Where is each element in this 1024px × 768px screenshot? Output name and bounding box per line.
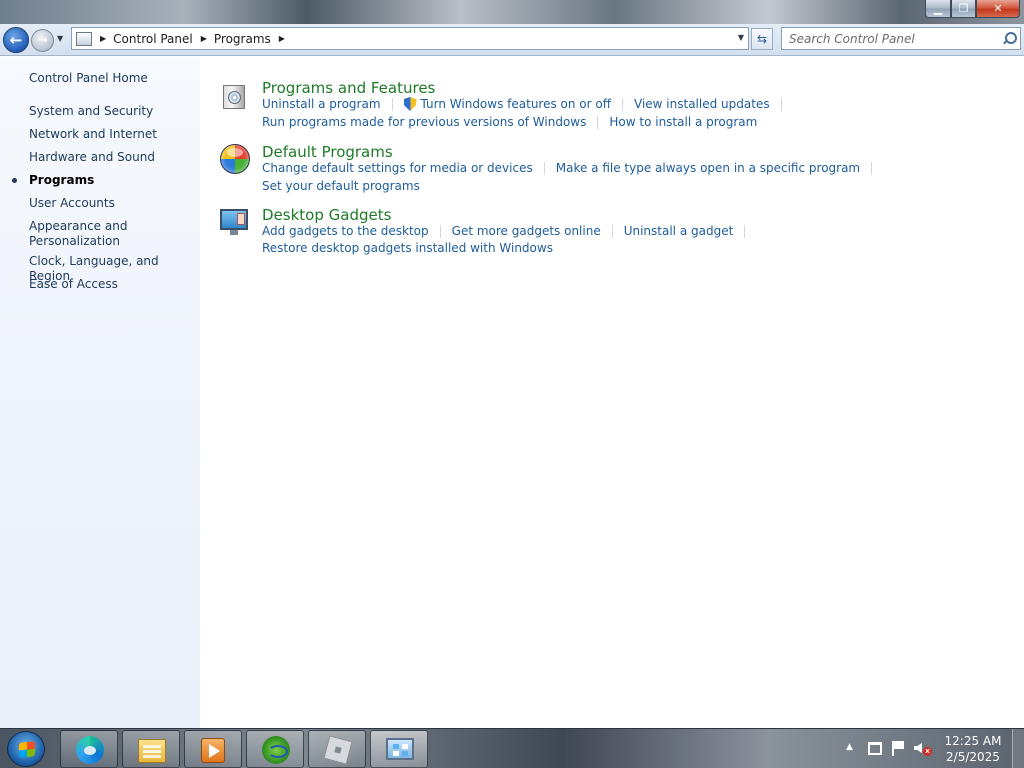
add-gadgets-link[interactable]: Add gadgets to the desktop xyxy=(262,224,429,238)
uninstall-program-link[interactable]: Uninstall a program xyxy=(262,97,381,111)
maximize-button[interactable]: ❐ xyxy=(951,0,976,18)
current-item-bullet-icon xyxy=(12,178,17,183)
search-icon[interactable] xyxy=(1002,31,1017,46)
link-divider xyxy=(391,97,393,111)
file-association-link[interactable]: Make a file type always open in a specif… xyxy=(556,161,860,175)
control-panel-folder-icon xyxy=(76,31,92,46)
action-center-flag-icon[interactable] xyxy=(892,741,904,756)
taskbar-media-player[interactable] xyxy=(184,730,242,768)
link-divider xyxy=(597,115,599,129)
taskbar-roblox[interactable] xyxy=(308,730,366,768)
link-divider xyxy=(622,97,624,111)
restore-gadgets-link[interactable]: Restore desktop gadgets installed with W… xyxy=(262,241,553,255)
clock-time: 12:25 AM xyxy=(944,734,1002,748)
task-links-row: Run programs made for previous versions … xyxy=(262,115,757,129)
media-player-icon xyxy=(201,738,225,763)
network-icon[interactable] xyxy=(868,742,882,755)
recent-pages-dropdown[interactable]: ▼ xyxy=(57,34,63,43)
sidebar-item-network-and-internet[interactable]: Network and Internet xyxy=(29,127,194,142)
task-links-row: Uninstall a program Turn Windows feature… xyxy=(262,97,793,111)
link-divider xyxy=(611,224,613,238)
link-divider xyxy=(744,224,746,238)
clock[interactable]: 12:25 AM 2/5/2025 xyxy=(938,733,1008,765)
file-explorer-icon xyxy=(138,739,166,763)
sidebar-item-hardware-and-sound[interactable]: Hardware and Sound xyxy=(29,150,194,165)
breadcrumb-separator-icon[interactable]: ▶ xyxy=(279,34,285,43)
windows-features-link[interactable]: Turn Windows features on or off xyxy=(421,97,612,111)
title-bar: ▁ ❐ ✕ xyxy=(0,0,1024,24)
task-links-row: Set your default programs xyxy=(262,179,420,193)
download-manager-icon xyxy=(262,736,290,764)
clock-date: 2/5/2025 xyxy=(946,750,1000,764)
compatibility-link[interactable]: Run programs made for previous versions … xyxy=(262,115,586,129)
roblox-icon xyxy=(323,735,353,765)
sidebar-item-programs: Programs xyxy=(29,173,95,187)
show-hidden-icons-icon[interactable]: ▲ xyxy=(846,742,853,752)
category-title[interactable]: Desktop Gadgets xyxy=(262,206,391,224)
refresh-icon: ⇆ xyxy=(756,32,768,46)
task-links-row: Restore desktop gadgets installed with W… xyxy=(262,241,553,255)
taskbar-file-explorer[interactable] xyxy=(122,730,180,768)
minimize-button[interactable]: ▁ xyxy=(925,0,951,18)
set-default-programs-link[interactable]: Set your default programs xyxy=(262,179,420,193)
sidebar-item-appearance-and-personalization[interactable]: Appearance and Personalization xyxy=(29,219,129,249)
start-button[interactable] xyxy=(7,731,45,767)
link-divider xyxy=(871,161,873,175)
breadcrumb-separator-icon[interactable]: ▶ xyxy=(100,34,106,43)
link-divider xyxy=(439,224,441,238)
address-bar[interactable]: ▶ Control Panel ▶ Programs ▶ ▼ xyxy=(71,27,749,50)
breadcrumb-control-panel[interactable]: Control Panel xyxy=(113,32,193,46)
address-dropdown-icon[interactable]: ▼ xyxy=(738,33,744,42)
refresh-button[interactable]: ⇆ xyxy=(751,28,773,50)
search-input[interactable] xyxy=(789,31,1002,46)
forward-button[interactable]: → xyxy=(31,29,54,52)
category-title[interactable]: Programs and Features xyxy=(262,79,435,97)
search-box[interactable] xyxy=(781,27,1021,50)
sidebar-item-system-and-security[interactable]: System and Security xyxy=(29,104,194,119)
windows-logo-icon xyxy=(19,741,35,758)
system-tray: ▲ x 12:25 AM 2/5/2025 xyxy=(842,729,1024,768)
link-divider xyxy=(780,97,782,111)
taskbar-control-panel[interactable] xyxy=(370,730,428,768)
admin-shield-icon xyxy=(403,97,417,111)
back-button[interactable]: ← xyxy=(3,27,29,53)
control-panel-icon xyxy=(386,738,414,760)
uninstall-gadget-link[interactable]: Uninstall a gadget xyxy=(624,224,734,238)
desktop-gadgets-icon[interactable] xyxy=(219,206,251,238)
taskbar-edge[interactable] xyxy=(60,730,118,768)
taskbar-download-manager[interactable] xyxy=(246,730,304,768)
sidebar-item-control-panel-home[interactable]: Control Panel Home xyxy=(29,71,194,86)
default-programs-icon[interactable] xyxy=(219,143,251,175)
sidebar-item-user-accounts[interactable]: User Accounts xyxy=(29,196,194,211)
how-to-install-link[interactable]: How to install a program xyxy=(609,115,757,129)
taskbar: ▲ x 12:25 AM 2/5/2025 xyxy=(0,728,1024,768)
breadcrumb-programs[interactable]: Programs xyxy=(214,32,271,46)
autoplay-settings-link[interactable]: Change default settings for media or dev… xyxy=(262,161,533,175)
task-links-row: Change default settings for media or dev… xyxy=(262,161,883,175)
forward-arrow-icon: → xyxy=(37,33,48,48)
sidebar-item-ease-of-access[interactable]: Ease of Access xyxy=(29,277,194,292)
navigation-bar: ← → ▼ ▶ Control Panel ▶ Programs ▶ ▼ ⇆ xyxy=(0,24,1024,56)
task-links-row: Add gadgets to the desktop Get more gadg… xyxy=(262,224,756,238)
show-desktop-button[interactable] xyxy=(1012,729,1024,768)
back-arrow-icon: ← xyxy=(9,31,23,49)
muted-icon: x xyxy=(923,747,932,756)
link-divider xyxy=(543,161,545,175)
volume-icon[interactable] xyxy=(914,743,922,753)
get-more-gadgets-link[interactable]: Get more gadgets online xyxy=(452,224,601,238)
task-pane: Control Panel Home System and Security N… xyxy=(0,57,200,728)
breadcrumb-separator-icon[interactable]: ▶ xyxy=(201,34,207,43)
programs-features-icon[interactable] xyxy=(219,79,251,111)
close-button[interactable]: ✕ xyxy=(976,0,1020,18)
edge-icon xyxy=(76,736,104,764)
category-title[interactable]: Default Programs xyxy=(262,143,393,161)
window-controls: ▁ ❐ ✕ xyxy=(925,0,1020,18)
installed-updates-link[interactable]: View installed updates xyxy=(634,97,770,111)
